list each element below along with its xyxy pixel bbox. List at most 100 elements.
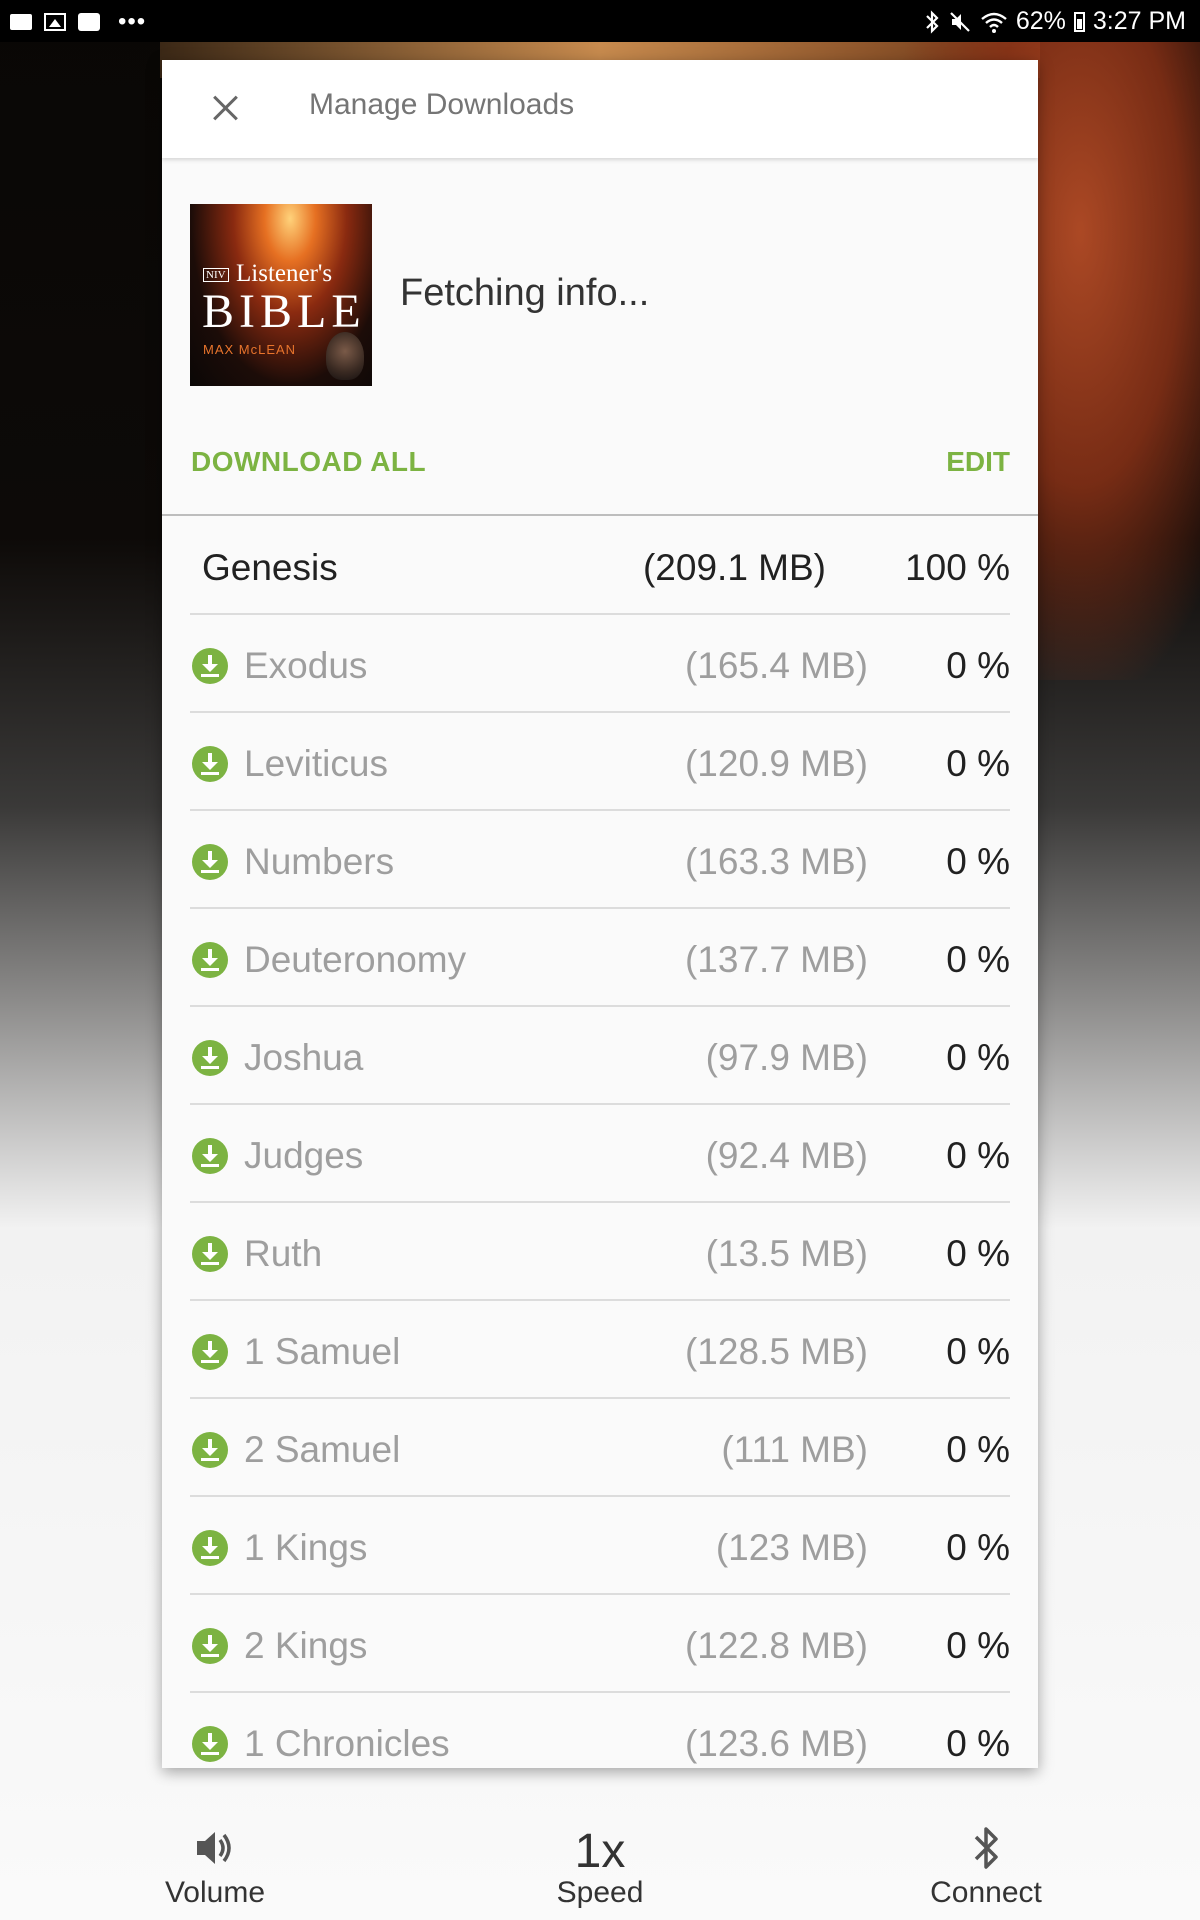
fetching-status: Fetching info... bbox=[400, 272, 650, 314]
download-row[interactable]: Leviticus (120.9 MB) 0 % bbox=[190, 714, 1010, 811]
download-icon[interactable] bbox=[192, 1138, 228, 1174]
connect-label: Connect bbox=[930, 1876, 1042, 1909]
bluetooth-icon bbox=[926, 9, 939, 34]
notification-icons: ••• bbox=[10, 8, 146, 36]
book-name: Genesis bbox=[202, 547, 338, 588]
system-status: 62% 3:27 PM bbox=[924, 7, 1186, 36]
download-icon[interactable] bbox=[192, 1432, 228, 1468]
row-divider bbox=[190, 907, 1010, 909]
download-row[interactable]: Numbers (163.3 MB) 0 % bbox=[190, 812, 1010, 909]
book-name: Judges bbox=[244, 1135, 364, 1176]
download-icon[interactable] bbox=[192, 648, 228, 684]
row-divider bbox=[190, 1005, 1010, 1007]
file-size: (137.7 MB) bbox=[684, 939, 868, 980]
speed-label: Speed bbox=[556, 1876, 644, 1909]
download-percent: 0 % bbox=[946, 645, 1010, 686]
download-percent: 0 % bbox=[946, 841, 1010, 882]
download-icon[interactable] bbox=[192, 1236, 228, 1272]
book-name: Joshua bbox=[244, 1037, 364, 1078]
row-divider bbox=[190, 613, 1010, 615]
download-row[interactable]: Judges (92.4 MB) 0 % bbox=[190, 1106, 1010, 1203]
download-icon[interactable] bbox=[192, 1040, 228, 1076]
download-percent: 0 % bbox=[946, 1233, 1010, 1274]
mute-icon bbox=[950, 11, 970, 32]
book-name: 1 Chronicles bbox=[244, 1723, 450, 1764]
manage-downloads-dialog: Manage Downloads NIV Listener's BIBLE MA… bbox=[162, 60, 1038, 1768]
folder-icon bbox=[10, 12, 32, 32]
row-divider bbox=[190, 1593, 1010, 1595]
download-icon[interactable] bbox=[192, 1334, 228, 1370]
close-icon[interactable] bbox=[208, 90, 244, 126]
download-percent: 100 % bbox=[905, 547, 1010, 588]
download-percent: 0 % bbox=[946, 743, 1010, 784]
battery-icon bbox=[1073, 11, 1085, 32]
file-size: (120.9 MB) bbox=[684, 743, 868, 784]
book-icon bbox=[78, 12, 100, 32]
file-size: (92.4 MB) bbox=[705, 1135, 868, 1176]
download-row[interactable]: 2 Samuel (111 MB) 0 % bbox=[190, 1400, 1010, 1497]
download-percent: 0 % bbox=[946, 1037, 1010, 1078]
download-row[interactable]: Joshua (97.9 MB) 0 % bbox=[190, 1008, 1010, 1105]
download-icon[interactable] bbox=[192, 1726, 228, 1762]
file-size: (97.9 MB) bbox=[705, 1037, 868, 1078]
row-divider bbox=[190, 1691, 1010, 1693]
row-divider bbox=[190, 1495, 1010, 1497]
book-name: 1 Kings bbox=[244, 1527, 368, 1568]
cover-bible: BIBLE bbox=[202, 285, 366, 338]
download-row[interactable]: Exodus (165.4 MB) 0 % bbox=[190, 616, 1010, 713]
image-icon bbox=[44, 12, 66, 32]
book-name: 2 Samuel bbox=[244, 1429, 401, 1470]
speed-value: 1x bbox=[574, 1825, 626, 1878]
download-percent: 0 % bbox=[946, 1429, 1010, 1470]
download-icon[interactable] bbox=[192, 844, 228, 880]
file-size: (128.5 MB) bbox=[684, 1331, 868, 1372]
download-percent: 0 % bbox=[946, 1625, 1010, 1666]
row-divider bbox=[190, 1201, 1010, 1203]
dialog-header: Manage Downloads bbox=[162, 60, 1038, 158]
row-divider bbox=[190, 1299, 1010, 1301]
edit-button[interactable]: EDIT bbox=[946, 446, 1010, 478]
download-icon[interactable] bbox=[192, 1628, 228, 1664]
dialog-title: Manage Downloads bbox=[309, 88, 575, 121]
file-size: (123.6 MB) bbox=[684, 1723, 868, 1764]
book-name: 1 Samuel bbox=[244, 1331, 401, 1372]
wifi-icon bbox=[981, 12, 1007, 33]
download-percent: 0 % bbox=[946, 939, 1010, 980]
row-divider bbox=[190, 711, 1010, 713]
more-notifications-icon: ••• bbox=[118, 8, 147, 35]
download-percent: 0 % bbox=[946, 1135, 1010, 1176]
file-size: (111 MB) bbox=[721, 1429, 868, 1470]
file-size: (209.1 MB) bbox=[642, 547, 826, 588]
clock: 3:27 PM bbox=[1092, 7, 1186, 35]
book-name: Exodus bbox=[244, 645, 368, 686]
battery-percent: 62% bbox=[1015, 7, 1066, 35]
file-size: (13.5 MB) bbox=[705, 1233, 868, 1274]
book-name: Ruth bbox=[244, 1233, 323, 1274]
volume-label: Volume bbox=[164, 1876, 266, 1909]
download-row[interactable]: 2 Kings (122.8 MB) 0 % bbox=[190, 1596, 1010, 1693]
divider bbox=[162, 514, 1038, 516]
cover-niv: NIV bbox=[203, 268, 229, 282]
download-icon[interactable] bbox=[192, 1530, 228, 1566]
book-name: Leviticus bbox=[244, 743, 388, 784]
download-row[interactable]: Ruth (13.5 MB) 0 % bbox=[190, 1204, 1010, 1301]
download-row[interactable]: 1 Kings (123 MB) 0 % bbox=[190, 1498, 1010, 1595]
file-size: (123 MB) bbox=[715, 1527, 868, 1568]
row-divider bbox=[190, 1397, 1010, 1399]
download-all-button[interactable]: DOWNLOAD ALL bbox=[191, 446, 426, 478]
book-name: 2 Kings bbox=[244, 1625, 368, 1666]
download-icon[interactable] bbox=[192, 746, 228, 782]
bluetooth-icon bbox=[974, 1827, 998, 1869]
download-row[interactable]: 1 Samuel (128.5 MB) 0 % bbox=[190, 1302, 1010, 1399]
audiobook-cover: NIV Listener's BIBLE MAX McLEAN bbox=[190, 204, 372, 386]
download-icon[interactable] bbox=[192, 942, 228, 978]
download-row[interactable]: Genesis (209.1 MB) 100 % bbox=[190, 518, 1010, 615]
download-percent: 0 % bbox=[946, 1723, 1010, 1764]
narrator-portrait bbox=[326, 332, 364, 380]
file-size: (122.8 MB) bbox=[684, 1625, 868, 1666]
status-bar: ••• 62% 3:27 PM bbox=[0, 0, 1200, 42]
download-row[interactable]: Deuteronomy (137.7 MB) 0 % bbox=[190, 910, 1010, 1007]
download-row[interactable]: 1 Chronicles (123.6 MB) 0 % bbox=[190, 1694, 1010, 1768]
row-divider bbox=[190, 809, 1010, 811]
book-name: Deuteronomy bbox=[244, 939, 467, 980]
